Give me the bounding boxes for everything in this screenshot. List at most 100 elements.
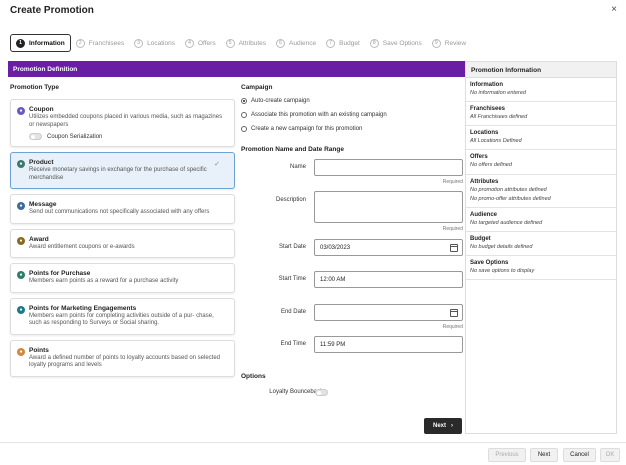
calendar-icon[interactable] <box>450 244 458 252</box>
name-date-title: Promotion Name and Date Range <box>241 146 344 153</box>
train-stop-save-options[interactable]: 8 Save Options <box>365 34 427 52</box>
promotion-type-description: Award entitlement coupons or e-awards <box>29 243 135 250</box>
award-icon: ● <box>17 236 25 245</box>
checkmark-icon: ✓ <box>214 161 220 168</box>
end-date-label: End Date <box>280 309 306 315</box>
info-section-value: No promo-offer attributes defined <box>470 195 551 202</box>
description-label: Description <box>275 197 306 203</box>
train-stop-information[interactable]: 1 Information <box>10 34 71 52</box>
promotion-information-title: Promotion Information <box>466 62 616 78</box>
step-label: Franchisees <box>88 39 125 47</box>
info-section-title: Budget <box>470 235 491 242</box>
details-column: Campaign Auto-create campaign Associate t… <box>241 84 463 396</box>
promotion-type-name: Coupon <box>29 106 54 113</box>
info-section-title: Save Options <box>470 260 509 267</box>
promotion-type-description: Award a defined number of points to loya… <box>29 354 221 369</box>
promotion-type-points-for-marketing-engagements[interactable]: ● Points for Marketing Engagements Members… <box>10 297 235 335</box>
cancel-button[interactable]: Cancel <box>563 448 596 462</box>
campaign-option-2[interactable]: Associate this promotion with an existin… <box>241 110 463 119</box>
train-stop-franchisees[interactable]: 2 Franchisees <box>71 34 129 52</box>
train-stop-navigation: 1 Information 2 Franchisees 3 Locations 4 Offer… <box>10 34 471 52</box>
coupon-serialization-toggle[interactable] <box>29 133 42 140</box>
start-date-value: 03/03/2023 <box>320 244 351 251</box>
step-number-icon: 5 <box>225 38 235 48</box>
end-time-label: End Time <box>280 341 306 347</box>
promotion-type-product[interactable]: ● Product Receive monetary savings in exch… <box>10 152 235 189</box>
info-section-title: Locations <box>470 130 499 137</box>
end-date-required-hint: Required <box>442 324 463 330</box>
promotion-type-name: Product <box>29 159 54 166</box>
points-purchase-icon: ● <box>17 271 25 279</box>
info-section-value: No promotion attributes defined <box>470 186 547 193</box>
info-section-franchisees: Franchisees All Franchisees defined <box>466 102 616 127</box>
options-title: Options <box>241 373 266 380</box>
step-number-icon: 9 <box>431 38 441 48</box>
info-section-title: Attributes <box>470 178 499 185</box>
next-step-button[interactable]: Next › <box>424 418 462 434</box>
coupon-icon: ● <box>17 107 25 115</box>
train-stop-attributes[interactable]: 5 Attributes <box>221 34 271 52</box>
train-stop-offers[interactable]: 4 Offers <box>180 34 221 52</box>
promotion-type-coupon[interactable]: ● Coupon Utilizes embedded coupons placed … <box>10 99 235 147</box>
promotion-type-name: Points for Marketing Engagements <box>29 304 137 312</box>
step-number-icon: 1 <box>16 38 25 48</box>
info-section-information: Information No information entered <box>466 78 616 103</box>
info-section-budget: Budget No budget details defined <box>466 232 616 257</box>
campaign-option-3[interactable]: Create a new campaign for this promotion <box>241 124 463 133</box>
step-number-icon: 6 <box>276 38 286 48</box>
info-section-value: No targeted audience defined <box>470 219 543 226</box>
dialog-header: Create Promotion × <box>0 0 626 22</box>
info-section-audience: Audience No targeted audience defined <box>466 208 616 232</box>
end-date-input[interactable] <box>314 304 463 321</box>
promotion-type-points-for-purchase[interactable]: ● Points for Purchase Members earn points … <box>10 263 235 293</box>
promotion-type-points[interactable]: ● Points Award a defined number of points … <box>10 339 235 377</box>
ok-button[interactable]: OK <box>600 448 620 462</box>
info-section-attributes: Attributes No promotion attributes define… <box>466 175 616 208</box>
step-number-icon: 7 <box>326 38 336 48</box>
step-label: Offers <box>197 39 216 47</box>
start-time-input[interactable]: 12:00 AM <box>314 271 463 288</box>
dialog-footer: Previous Next Cancel OK <box>0 442 626 465</box>
info-section-title: Information <box>470 82 503 88</box>
step-number-icon: 8 <box>369 38 379 48</box>
promotion-type-name: Award <box>29 235 49 243</box>
promotion-type-message[interactable]: ● Message Send out communications not spec… <box>10 194 235 224</box>
radio-button[interactable] <box>241 97 247 104</box>
train-stop-review[interactable]: 9 Review <box>427 34 471 52</box>
close-icon[interactable]: × <box>611 4 617 15</box>
start-date-input[interactable]: 03/03/2023 <box>314 239 463 256</box>
promotion-information-sections: Information No information entered Franchi… <box>466 78 616 281</box>
train-stop-budget[interactable]: 7 Budget <box>321 34 365 52</box>
loyalty-bounceback-row: Loyalty Bounceback <box>241 388 463 398</box>
info-section-title: Franchisees <box>470 106 506 113</box>
previous-button[interactable]: Previous <box>488 448 526 462</box>
promotion-type-award[interactable]: ● Award Award entitlement coupons or e-awa… <box>10 228 235 258</box>
campaign-option-1[interactable]: Auto-create campaign <box>241 96 463 105</box>
info-section-title: Offers <box>470 154 488 161</box>
coupon-serialization-label: Coupon Serialization <box>47 133 103 140</box>
train-stop-audience[interactable]: 6 Audience <box>271 34 321 52</box>
radio-button[interactable] <box>241 125 247 132</box>
step-label: Audience <box>289 39 317 47</box>
points-icon: ● <box>17 347 25 356</box>
section-title: Promotion Definition <box>8 61 465 77</box>
step-label: Review <box>444 39 467 47</box>
footer-next-button[interactable]: Next <box>530 448 558 462</box>
chevron-right-icon: › <box>451 423 453 429</box>
description-textarea[interactable] <box>314 191 463 223</box>
start-date-label: Start Date <box>278 244 306 250</box>
radio-button[interactable] <box>241 111 247 118</box>
end-time-input[interactable]: 11:59 PM <box>314 336 463 353</box>
calendar-icon[interactable] <box>450 309 458 317</box>
promotion-type-description: Members earn points as a reward for a pu… <box>29 278 179 284</box>
promotion-type-description: Send out communications not specifically… <box>29 209 210 215</box>
loyalty-bounceback-toggle[interactable] <box>315 389 328 396</box>
dialog-title: Create Promotion <box>10 5 94 16</box>
campaign-option-label: Auto-create campaign <box>251 97 310 104</box>
name-input[interactable] <box>314 159 463 176</box>
campaign-options: Auto-create campaign Associate this promo… <box>241 96 463 133</box>
info-section-offers: Offers No offers defined <box>466 150 616 175</box>
train-stop-locations[interactable]: 3 Locations <box>129 34 180 52</box>
step-label: Budget <box>339 39 360 47</box>
next-step-label: Next <box>432 423 446 429</box>
